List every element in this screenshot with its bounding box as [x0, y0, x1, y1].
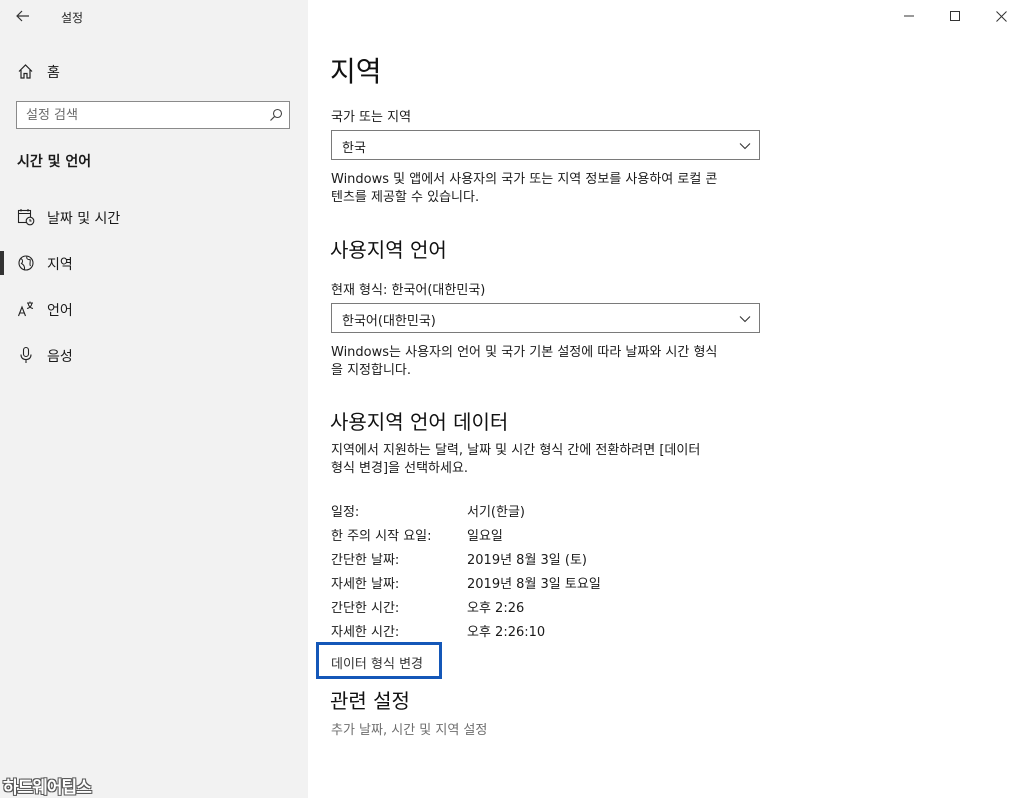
watermark: 하드웨어팁스 — [3, 778, 92, 798]
row-key: 자세한 시간: — [331, 624, 400, 640]
maximize-icon — [950, 11, 960, 21]
main-content: 지역 국가 또는 지역 한국 Windows 및 앱에서 사용자의 국가 또는 … — [308, 0, 1024, 798]
row-key: 한 주의 시작 요일: — [331, 528, 432, 544]
home-label: 홈 — [47, 65, 60, 81]
sidebar-item-label: 언어 — [47, 303, 73, 319]
maximize-button[interactable] — [932, 0, 978, 32]
app-title: 설정 — [61, 11, 84, 25]
home-nav-item[interactable]: 홈 — [0, 56, 308, 86]
table-row: 간단한 시간: 오후 2:26 — [331, 594, 731, 618]
desc-line: 형식 변경]을 선택하세요. — [331, 461, 469, 476]
desc-line: 지역에서 지원하는 달력, 날짜 및 시간 형식 간에 전환하려면 [데이터 — [331, 443, 701, 458]
table-row: 간단한 날짜: 2019년 8월 3일 (토) — [331, 546, 731, 570]
row-key: 일정: — [331, 504, 360, 520]
language-icon — [17, 301, 34, 317]
format-data-description: 지역에서 지원하는 달력, 날짜 및 시간 형식 간에 전환하려면 [데이터 형… — [331, 442, 771, 478]
country-description: Windows 및 앱에서 사용자의 국가 또는 지역 정보를 사용하여 로컬 … — [331, 171, 771, 207]
change-data-format-link[interactable]: 데이터 형식 변경 — [316, 642, 442, 679]
row-value: 오후 2:26:10 — [467, 624, 546, 640]
regional-format-dropdown[interactable]: 한국어(대한민국) — [331, 303, 760, 333]
desc-line: Windows 및 앱에서 사용자의 국가 또는 지역 정보를 사용하여 로컬 … — [331, 172, 718, 187]
row-value: 오후 2:26 — [467, 600, 525, 616]
title-bar: 설정 — [0, 0, 308, 32]
search-box — [16, 101, 290, 129]
desc-line: 텐츠를 제공할 수 있습니다. — [331, 190, 480, 205]
section-title: 시간 및 언어 — [17, 154, 92, 170]
change-data-format-label: 데이터 형식 변경 — [331, 657, 423, 672]
sidebar-item-speech[interactable]: 음성 — [0, 337, 308, 373]
globe-icon — [18, 255, 34, 271]
desc-line: 을 지정합니다. — [331, 363, 412, 378]
chevron-down-icon — [739, 143, 751, 150]
sidebar-item-label: 음성 — [47, 349, 73, 365]
related-settings-heading: 관련 설정 — [330, 689, 410, 713]
additional-settings-link[interactable]: 추가 날짜, 시간 및 지역 설정 — [331, 719, 487, 738]
table-row: 자세한 날짜: 2019년 8월 3일 토요일 — [331, 570, 731, 594]
sidebar-item-region[interactable]: 지역 — [0, 245, 308, 281]
country-dropdown-value: 한국 — [342, 141, 366, 156]
row-value: 2019년 8월 3일 토요일 — [467, 576, 601, 592]
minimize-icon — [904, 15, 914, 17]
minimize-button[interactable] — [886, 0, 932, 32]
selected-indicator — [0, 251, 4, 275]
country-label: 국가 또는 지역 — [331, 110, 412, 125]
search-icon[interactable] — [269, 108, 283, 122]
row-key: 자세한 날짜: — [331, 576, 400, 592]
calendar-clock-icon — [17, 209, 35, 226]
desc-line: Windows는 사용자의 언어 및 국가 기본 설정에 따라 날짜와 시간 형… — [331, 345, 718, 360]
table-row: 자세한 시간: 오후 2:26:10 — [331, 618, 731, 642]
back-arrow-icon — [16, 10, 29, 22]
row-value: 일요일 — [467, 528, 503, 544]
regional-format-heading: 사용지역 언어 — [330, 238, 447, 262]
row-key: 간단한 날짜: — [331, 552, 400, 568]
sidebar-item-date-time[interactable]: 날짜 및 시간 — [0, 199, 308, 235]
country-dropdown[interactable]: 한국 — [331, 130, 760, 160]
settings-window: 설정 홈 시간 및 언어 날짜 및 시간 — [0, 0, 1024, 798]
home-icon — [18, 64, 33, 79]
chevron-down-icon — [739, 316, 751, 323]
table-row: 일정: 서기(한글) — [331, 498, 731, 522]
table-row: 한 주의 시작 요일: 일요일 — [331, 522, 731, 546]
regional-format-value: 한국어(대한민국) — [342, 314, 436, 329]
search-input[interactable] — [17, 102, 270, 128]
close-button[interactable] — [978, 0, 1024, 32]
microphone-icon — [20, 346, 32, 363]
row-key: 간단한 시간: — [331, 600, 400, 616]
sidebar-item-label: 날짜 및 시간 — [47, 211, 121, 227]
format-data-heading: 사용지역 언어 데이터 — [330, 410, 509, 434]
sidebar: 설정 홈 시간 및 언어 날짜 및 시간 — [0, 0, 308, 798]
back-button[interactable] — [8, 2, 38, 30]
close-icon — [995, 10, 1007, 22]
page-title: 지역 — [330, 55, 382, 88]
window-controls — [886, 0, 1024, 32]
row-value: 2019년 8월 3일 (토) — [467, 552, 588, 568]
current-format-label: 현재 형식: 한국어(대한민국) — [331, 283, 486, 298]
regional-format-description: Windows는 사용자의 언어 및 국가 기본 설정에 따라 날짜와 시간 형… — [331, 344, 771, 380]
format-data-table: 일정: 서기(한글) 한 주의 시작 요일: 일요일 간단한 날짜: 2019년… — [331, 498, 731, 642]
sidebar-item-label: 지역 — [47, 257, 73, 273]
sidebar-item-language[interactable]: 언어 — [0, 291, 308, 327]
row-value: 서기(한글) — [467, 504, 525, 520]
